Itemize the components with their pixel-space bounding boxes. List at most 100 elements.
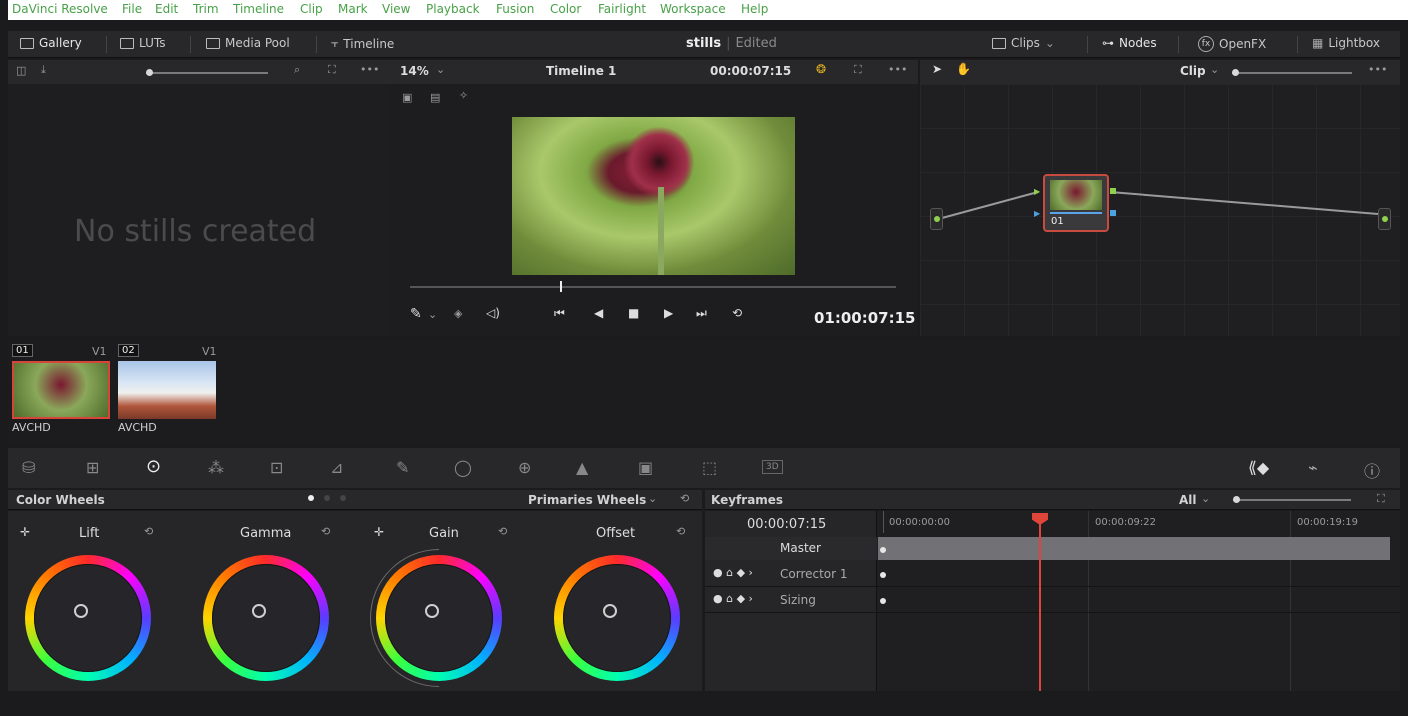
timeline-button[interactable]: ⫟ Timeline — [331, 36, 394, 51]
menu-trim[interactable]: Trim — [193, 2, 219, 16]
layers-icon[interactable]: ◈ — [454, 307, 462, 320]
more-options-icon[interactable]: ••• — [888, 63, 907, 76]
node-output[interactable] — [1378, 208, 1391, 230]
menu-app[interactable]: DaVinci Resolve — [12, 2, 108, 16]
node-zoom-slider[interactable] — [1232, 69, 1352, 76]
menu-playback[interactable]: Playback — [426, 2, 480, 16]
lightbox-button[interactable]: ▦ Lightbox — [1312, 36, 1380, 50]
hand-icon[interactable]: ✋ — [956, 62, 971, 76]
chevron-down-icon[interactable]: ⌄ — [436, 63, 445, 76]
menu-file[interactable]: File — [122, 2, 142, 16]
scrubber[interactable] — [410, 281, 896, 292]
gallery-zoom-slider[interactable] — [146, 69, 268, 76]
keyframe-dot[interactable] — [880, 547, 886, 553]
more-options-icon[interactable]: ••• — [1368, 63, 1387, 76]
keyframe-row-corrector[interactable]: ● ⌂ ◆ › Corrector 1 — [705, 563, 877, 586]
skip-forward-icon[interactable]: ⏭ — [696, 306, 707, 321]
chevron-down-icon[interactable]: ⌄ — [1201, 492, 1210, 505]
keyframes-filter[interactable]: All — [1179, 493, 1197, 507]
curves-icon[interactable]: ⊿ — [330, 458, 343, 477]
play-icon[interactable]: ▶ — [664, 306, 673, 320]
gallery-button[interactable]: Gallery — [20, 36, 82, 50]
menu-fairlight[interactable]: Fairlight — [598, 2, 646, 16]
menu-clip[interactable]: Clip — [300, 2, 323, 16]
menu-fusion[interactable]: Fusion — [496, 2, 534, 16]
reset-icon[interactable]: ⟲ — [144, 525, 153, 538]
search-icon[interactable]: ⌕ — [294, 63, 300, 77]
stop-icon[interactable]: ■ — [628, 306, 639, 320]
qualifier-icon[interactable]: ✎ — [396, 458, 409, 477]
skip-back-icon[interactable]: ⏮ — [554, 306, 565, 321]
info-icon[interactable]: ⓘ — [1364, 458, 1380, 482]
color-wheels-icon[interactable]: ⊙ — [146, 456, 161, 477]
reset-icon[interactable]: ⟲ — [680, 492, 689, 505]
clip-thumbnail[interactable]: 02 V1 AVCHD — [116, 342, 217, 434]
nodes-button[interactable]: ⊶ Nodes — [1102, 36, 1157, 50]
crosshair-icon[interactable]: ✛ — [374, 525, 384, 539]
play-reverse-icon[interactable]: ◀ — [594, 306, 603, 320]
gamma-wheel[interactable] — [203, 555, 329, 681]
sidebar-toggle-icon[interactable]: ◫ — [16, 64, 26, 77]
camera-raw-icon[interactable]: ⛁ — [22, 458, 35, 477]
keyframe-dot[interactable] — [880, 572, 886, 578]
luts-button[interactable]: LUTs — [120, 36, 165, 50]
menu-edit[interactable]: Edit — [155, 2, 178, 16]
pointer-icon[interactable]: ➤ — [932, 62, 942, 76]
node-input[interactable] — [930, 208, 943, 230]
menu-workspace[interactable]: Workspace — [660, 2, 726, 16]
menu-mark[interactable]: Mark — [338, 2, 368, 16]
download-icon[interactable]: ⤓ — [41, 63, 46, 77]
clip-thumbnail[interactable]: 01 V1 AVCHD — [10, 342, 110, 434]
picker-tool-icon[interactable]: ✎ — [410, 306, 422, 322]
chevron-down-icon[interactable]: ⌄ — [648, 492, 657, 505]
chevron-down-icon[interactable]: ⌄ — [1210, 63, 1219, 76]
reset-icon[interactable]: ⟲ — [498, 525, 507, 538]
master-track-bar[interactable] — [878, 537, 1390, 560]
corrector-node[interactable]: 01 — [1043, 174, 1109, 232]
chevron-down-icon[interactable]: ⌄ — [428, 308, 437, 321]
color-picker-icon[interactable]: ❂ — [816, 62, 826, 76]
keyframe-row-sizing[interactable]: ● ⌂ ◆ › Sizing — [705, 589, 877, 612]
reset-icon[interactable]: ⟲ — [321, 525, 330, 538]
wipe-icon[interactable]: ▤ — [430, 91, 440, 104]
keyframe-dot[interactable] — [880, 598, 886, 604]
node-mode-selector[interactable]: Clip — [1180, 64, 1206, 78]
volume-icon[interactable]: ◁) — [486, 306, 500, 320]
expand-icon[interactable]: ⛶ — [1377, 492, 1385, 506]
key-icon[interactable]: ▣ — [638, 458, 653, 477]
color-match-icon[interactable]: ⊞ — [86, 458, 99, 477]
split-view-icon[interactable]: ▣ — [402, 91, 412, 104]
lift-wheel[interactable] — [25, 555, 151, 681]
loop-icon[interactable]: ⟲ — [732, 306, 742, 320]
more-options-icon[interactable]: ••• — [360, 63, 379, 76]
keyframe-row-master[interactable]: Master — [705, 537, 877, 560]
menu-timeline[interactable]: Timeline — [233, 2, 284, 16]
expand-icon[interactable]: ⛶ — [854, 63, 862, 77]
reset-icon[interactable]: ⟲ — [676, 525, 685, 538]
blur-icon[interactable]: ▲ — [576, 458, 588, 477]
viewer-zoom[interactable]: 14% — [400, 64, 429, 78]
scopes-icon[interactable]: ⌁ — [1308, 458, 1318, 477]
keyframes-zoom-slider[interactable] — [1233, 496, 1351, 503]
keyframes-toggle-icon[interactable]: ⟪◆ — [1248, 458, 1269, 477]
crosshair-icon[interactable]: ✛ — [20, 525, 30, 539]
3d-icon[interactable]: 3D — [762, 460, 783, 474]
expand-icon[interactable]: ⛶ — [328, 63, 336, 77]
openfx-button[interactable]: fx OpenFX — [1198, 36, 1266, 52]
gain-wheel[interactable] — [376, 555, 502, 681]
menu-view[interactable]: View — [382, 2, 410, 16]
clips-button[interactable]: Clips ⌄ — [992, 36, 1055, 50]
row-controls[interactable]: ● ⌂ ◆ › — [713, 566, 753, 579]
menu-help[interactable]: Help — [741, 2, 768, 16]
menu-color[interactable]: Color — [550, 2, 581, 16]
motion-effects-icon[interactable]: ⊡ — [270, 458, 283, 477]
wheels-mode-selector[interactable]: Primaries Wheels — [528, 493, 646, 507]
magic-wand-icon[interactable]: ✧ — [459, 89, 468, 102]
sizing-icon[interactable]: ⬚ — [702, 458, 717, 477]
row-controls[interactable]: ● ⌂ ◆ › — [713, 592, 753, 605]
media-pool-button[interactable]: Media Pool — [206, 36, 290, 50]
node-graph[interactable]: 01 ▶ ▶ — [920, 84, 1400, 336]
rgb-mixer-icon[interactable]: ⁂ — [208, 458, 224, 477]
tracker-icon[interactable]: ⊕ — [518, 458, 531, 477]
offset-wheel[interactable] — [554, 555, 680, 681]
